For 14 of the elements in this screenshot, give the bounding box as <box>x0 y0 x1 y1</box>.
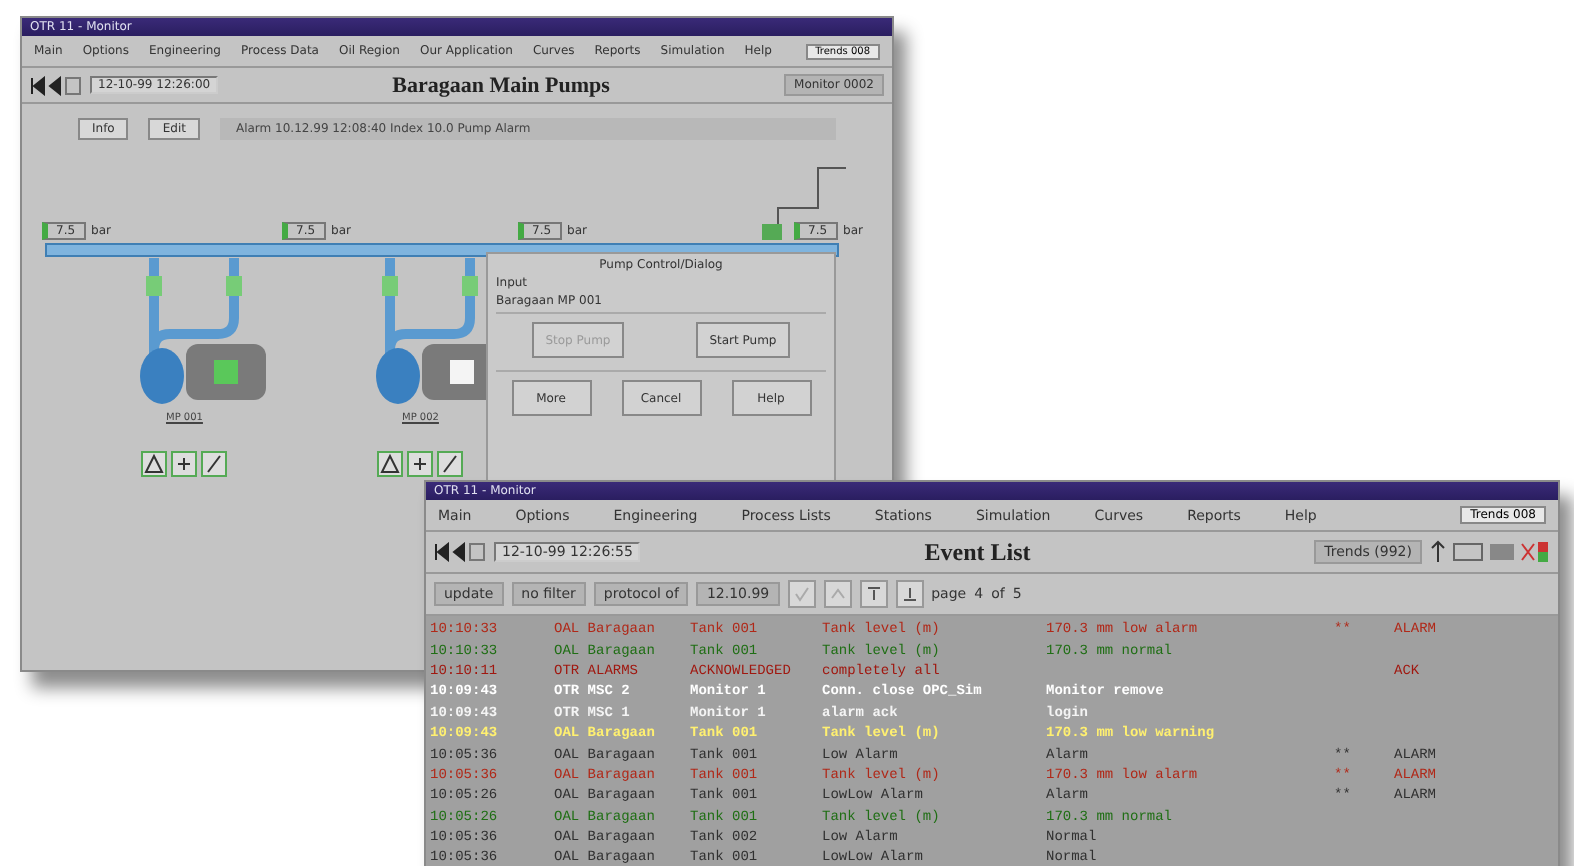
navigation-icon[interactable] <box>434 542 486 562</box>
page-heading: Event List <box>922 537 1033 567</box>
slash-icon[interactable] <box>201 451 227 477</box>
plus-icon[interactable] <box>171 451 197 477</box>
slash-icon[interactable] <box>437 451 463 477</box>
page-heading: Baragaan Main Pumps <box>390 73 612 97</box>
sort-down-icon[interactable] <box>859 580 888 608</box>
check-icon[interactable] <box>787 580 816 608</box>
triangle-icon[interactable] <box>377 451 403 477</box>
sort-up-icon[interactable] <box>895 580 924 608</box>
plus-icon[interactable] <box>407 451 433 477</box>
triangle-icon[interactable] <box>141 451 167 477</box>
toolbar-icons[interactable] <box>1430 540 1550 564</box>
navigation-icon[interactable] <box>30 75 82 95</box>
